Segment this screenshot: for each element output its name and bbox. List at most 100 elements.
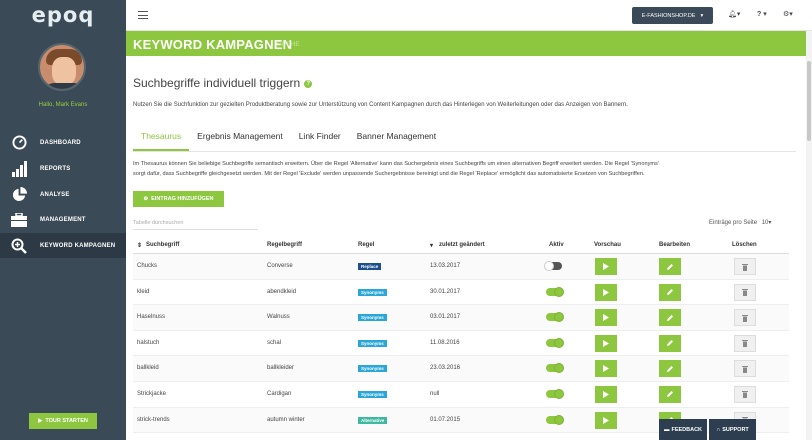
sort-icon[interactable]: ⇕ (137, 242, 142, 249)
cell-suchbegriff: Strickjacke (137, 390, 167, 397)
col-header-regelbegriff[interactable]: Regelbegriff (267, 242, 302, 248)
menu-toggle-icon[interactable] (138, 11, 148, 19)
delete-button[interactable] (734, 258, 756, 275)
col-header-changed[interactable]: zuletzt geändert (439, 242, 485, 248)
rule-badge: Synonyms (358, 339, 387, 347)
tab-thesaurus[interactable]: Thesaurus (133, 129, 190, 151)
app-logo[interactable]: epoq (0, 0, 126, 30)
notifications-menu[interactable]: 🔔︎▾ (728, 10, 740, 18)
sidebar-item-management[interactable]: MANAGEMENT (0, 207, 126, 232)
scrollbar-thumb[interactable] (807, 61, 811, 141)
cell-regelbegriff: ballkleider (267, 365, 295, 372)
section-intro: Nutzen Sie die Suchfunktion zur gezielte… (133, 102, 628, 108)
dashboard-icon (11, 135, 27, 151)
table-row: ballkleid ballkleider Synonyms 23.03.2016 (133, 356, 789, 382)
delete-button[interactable] (734, 385, 756, 403)
help-menu[interactable]: ? ▾ (757, 10, 767, 18)
sidebar-item-label: REPORTS (40, 165, 71, 172)
cell-regelbegriff: schal (267, 339, 282, 346)
shop-select[interactable]: E-FASHIONSHOP.DE ▾ (632, 7, 713, 24)
col-header-suchbegriff[interactable]: Suchbegriff (146, 242, 179, 248)
tab-ergebnis-management[interactable]: Ergebnis Management (189, 129, 291, 151)
page-scrollbar[interactable] (806, 31, 812, 440)
edit-button[interactable] (659, 334, 681, 352)
cell-changed: 13.03.2017 (430, 263, 461, 269)
preview-button[interactable] (595, 385, 617, 403)
cell-regelbegriff: Walnuss (267, 314, 290, 321)
user-greeting: Hallo, Mark Evans (38, 102, 88, 108)
table-search-input[interactable] (133, 217, 258, 230)
tab-link-finder[interactable]: Link Finder (291, 129, 349, 151)
question-icon[interactable]: ? (304, 79, 313, 88)
pencil-icon (667, 391, 673, 398)
preview-button[interactable] (595, 334, 617, 352)
toggle-knob (554, 414, 564, 425)
cell-regelbegriff: autumn winter (267, 416, 305, 423)
tab-banner-management[interactable]: Banner Management (349, 129, 444, 151)
add-entry-button[interactable]: ⊕ EINTRAG HINZUFÜGEN (133, 191, 224, 207)
sidebar-item-label: DASHBOARD (40, 139, 81, 146)
delete-button[interactable] (734, 283, 756, 301)
cell-changed: 11.08.2016 (430, 339, 460, 346)
play-icon (603, 416, 609, 424)
active-toggle[interactable] (546, 337, 564, 348)
toggle-knob (554, 286, 564, 297)
caret-down-icon: ▾ (700, 12, 704, 19)
sidebar-item-keyword-kampagnen[interactable]: KEYWORD KAMPAGNEN (0, 233, 126, 258)
trash-icon (742, 289, 748, 297)
toggle-knob (554, 312, 564, 323)
help-icon: ? (757, 11, 762, 18)
edit-button[interactable] (659, 309, 681, 327)
col-header-regel[interactable]: Regel (358, 242, 374, 248)
delete-button[interactable] (734, 309, 756, 327)
active-toggle[interactable] (546, 388, 564, 399)
trash-icon (742, 314, 748, 322)
preview-button[interactable] (595, 411, 617, 429)
per-page-select[interactable]: 10▾ (762, 220, 772, 226)
cell-changed: 01.07.2015 (430, 416, 461, 423)
rule-badge: Synonyms (358, 288, 387, 296)
per-page-label: Einträge pro Seite (709, 220, 758, 226)
sidebar-item-dashboard[interactable]: DASHBOARD (0, 130, 126, 155)
thesaurus-table: ⇕ Suchbegriff Regelbegriff Regel ▾ zulet… (133, 236, 789, 434)
pencil-icon (667, 314, 673, 321)
thesaurus-description: Im Thesaurus können Sie beliebige Suchbe… (133, 159, 793, 179)
support-label: SUPPORT (722, 426, 749, 433)
table-header: ⇕ Suchbegriff Regelbegriff Regel ▾ zulet… (133, 236, 789, 254)
trash-icon (742, 365, 748, 373)
sidebar-item-label: ANALYSE (40, 191, 70, 198)
preview-button[interactable] (595, 309, 617, 327)
tour-start-button[interactable]: ▶ TOUR STARTEN (29, 413, 97, 429)
briefcase-icon (11, 212, 27, 228)
active-toggle[interactable] (546, 363, 564, 374)
edit-button[interactable] (659, 283, 681, 301)
preview-button[interactable] (595, 360, 617, 378)
settings-menu[interactable]: ⚙▾ (783, 10, 793, 18)
cell-changed: 03.01.2017 (430, 314, 461, 321)
page-subtitle: SUCHE (277, 41, 300, 48)
preview-button[interactable] (595, 258, 617, 275)
cell-suchbegriff: Chucks (137, 263, 158, 269)
support-button[interactable]: ∩ SUPPORT (709, 419, 756, 440)
edit-button[interactable] (659, 360, 681, 378)
tab-bar: Thesaurus Ergebnis Management Link Finde… (133, 129, 444, 151)
sidebar-item-analyse[interactable]: ANALYSE (0, 182, 126, 207)
preview-button[interactable] (595, 283, 617, 301)
avatar[interactable] (38, 43, 86, 91)
play-icon (603, 288, 609, 296)
sidebar-item-reports[interactable]: REPORTS (0, 156, 126, 181)
active-toggle[interactable] (546, 414, 564, 425)
edit-button[interactable] (659, 258, 681, 275)
delete-button[interactable] (734, 334, 756, 352)
play-icon (603, 390, 609, 398)
delete-button[interactable] (734, 360, 756, 378)
edit-button[interactable] (659, 385, 681, 403)
sort-desc-icon[interactable]: ▾ (430, 242, 433, 249)
active-toggle[interactable] (546, 312, 564, 323)
main-content: Suchbegriffe individuell triggern? Nutze… (126, 56, 806, 440)
active-toggle[interactable] (544, 261, 562, 271)
rule-badge: Replace (358, 263, 382, 270)
feedback-button[interactable]: ▬ FEEDBACK (659, 419, 707, 440)
active-toggle[interactable] (546, 286, 564, 297)
play-icon (603, 339, 609, 347)
